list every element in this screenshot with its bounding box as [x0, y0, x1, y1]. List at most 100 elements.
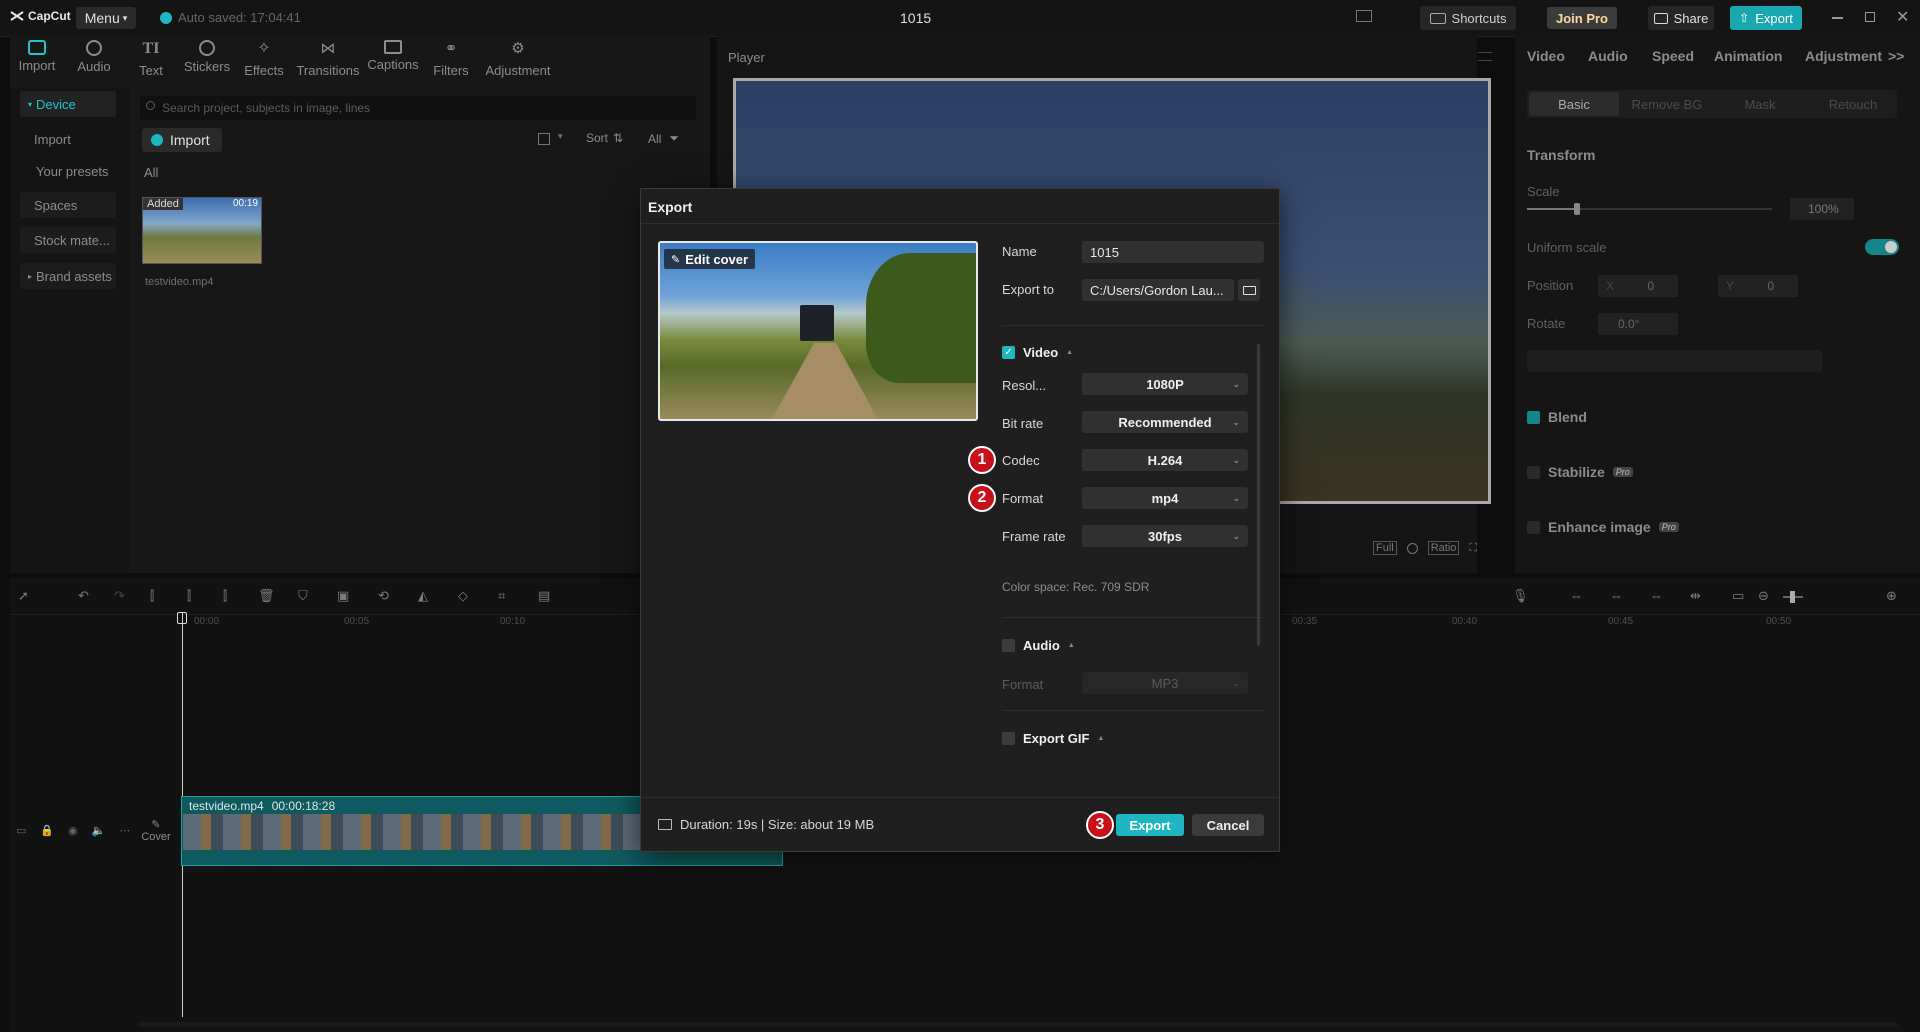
media-search-input[interactable]: Search project, subjects in image, lines [140, 96, 696, 120]
export-top-button[interactable]: ⇧ Export [1730, 6, 1802, 30]
nav-device[interactable]: ▾ Device [20, 91, 116, 117]
tool-captions[interactable]: Captions [361, 40, 425, 72]
tab-animation[interactable]: Animation [1714, 48, 1782, 64]
gif-section[interactable]: Export GIF ▲ [1002, 731, 1104, 746]
all-filter-button[interactable]: All ⏷ [648, 131, 679, 146]
zoom-slider-handle[interactable] [1790, 591, 1795, 603]
blend-section[interactable]: Blend [1527, 409, 1587, 425]
sort-button[interactable]: Sort ⇅ [586, 131, 623, 145]
gif-checkbox[interactable] [1002, 732, 1015, 745]
shortcuts-button[interactable]: Shortcuts [1420, 6, 1516, 30]
mirror-icon[interactable]: ◭ [418, 588, 436, 606]
ratio-button[interactable]: Ratio [1427, 541, 1460, 555]
full-button[interactable]: Full [1373, 541, 1397, 555]
nav-stock[interactable]: Stock mate... [20, 227, 116, 253]
import-button[interactable]: Import [142, 128, 222, 152]
timeline-scrollbar[interactable] [138, 1022, 1898, 1027]
transform-section[interactable]: Transform [1527, 147, 1595, 163]
cancel-button[interactable]: Cancel [1192, 814, 1264, 836]
hamburger-icon[interactable] [1478, 52, 1492, 61]
tool-adjustment[interactable]: ⚙ Adjustment [484, 40, 552, 78]
undo-icon[interactable]: ↶ [78, 588, 96, 606]
nav-presets[interactable]: Your presets [20, 158, 116, 184]
position-y-field[interactable]: Y0 [1718, 275, 1798, 297]
restore-icon[interactable] [1865, 12, 1875, 22]
dialog-scrollbar[interactable] [1257, 344, 1260, 646]
uniform-scale-toggle[interactable] [1865, 239, 1899, 255]
auto-reframe-icon[interactable]: ▤ [538, 588, 556, 606]
tab-audio[interactable]: Audio [1588, 48, 1628, 64]
position-x-field[interactable]: X0 [1598, 275, 1678, 297]
media-thumbnail[interactable]: Added 00:19 [142, 197, 262, 264]
enhance-checkbox[interactable] [1527, 520, 1540, 534]
freeze-icon[interactable]: ▣ [337, 588, 355, 606]
split-icon[interactable]: ⫿ [150, 588, 168, 606]
zoom-icon[interactable] [1406, 542, 1418, 554]
tab-adjustment[interactable]: Adjustment [1805, 48, 1882, 64]
tool-text[interactable]: TI Text [119, 40, 183, 78]
rotate-field[interactable]: 0.0° [1598, 313, 1678, 335]
chevron-down-icon[interactable]: ▾ [558, 131, 563, 142]
zoom-in-icon[interactable]: ⊕ [1886, 588, 1904, 606]
video-section[interactable]: ✓ Video ▲ [1002, 345, 1073, 360]
split-track-icon[interactable]: ⇹ [1690, 588, 1708, 606]
zoom-slider[interactable] [1783, 591, 1803, 603]
more-icon[interactable]: ⋯ [119, 824, 130, 837]
volume-icon[interactable]: 🔈 [92, 824, 106, 837]
tool-audio[interactable]: Audio [62, 40, 126, 74]
name-input[interactable]: 1015 [1082, 241, 1264, 263]
select-cursor-icon[interactable]: ➚ [18, 588, 36, 606]
subtab-remove-bg[interactable]: Remove BG [1622, 92, 1712, 116]
zoom-out-icon[interactable]: ⊖ [1758, 588, 1776, 606]
stabilize-section[interactable]: Stabilize Pro [1527, 464, 1633, 480]
bitrate-select[interactable]: Recommended ⌄ [1082, 411, 1248, 433]
preview-axis-icon[interactable]: ▭ [1732, 588, 1750, 606]
nav-spaces[interactable]: Spaces [20, 192, 116, 218]
grid-view-icon[interactable] [538, 133, 550, 145]
video-checkbox[interactable]: ✓ [1002, 346, 1015, 359]
nav-import[interactable]: Import [20, 126, 116, 152]
stabilize-checkbox[interactable] [1527, 465, 1540, 479]
subtab-retouch[interactable]: Retouch [1808, 92, 1898, 116]
crop-icon[interactable]: ⌗ [498, 588, 516, 606]
reverse-icon[interactable]: ⟲ [378, 588, 396, 606]
menu-button[interactable]: Menu ▾ [76, 7, 136, 29]
split-right-icon[interactable]: ⫿ [223, 588, 241, 606]
edit-cover-button[interactable]: ✎ Edit cover [664, 249, 756, 269]
tab-video[interactable]: Video [1527, 48, 1565, 64]
enhance-section[interactable]: Enhance image Pro [1527, 519, 1679, 535]
split-left-icon[interactable]: ⫿ [187, 588, 205, 606]
snap-icon[interactable]: ⇔ [1650, 588, 1668, 606]
fullscreen-icon[interactable]: ⛶ [1469, 542, 1477, 555]
resolution-select[interactable]: 1080P ⌄ [1082, 373, 1248, 395]
tool-filters[interactable]: ⚭ Filters [419, 40, 483, 78]
folder-button[interactable] [1238, 279, 1260, 301]
delete-icon[interactable]: 🗑 [258, 588, 276, 606]
marker-icon[interactable]: ⛉ [298, 588, 316, 606]
audio-section[interactable]: Audio ▲ [1002, 638, 1075, 653]
tool-transitions[interactable]: ⋈ Transitions [295, 40, 361, 78]
subtab-mask[interactable]: Mask [1715, 92, 1805, 116]
scale-value-field[interactable]: 100% [1790, 198, 1854, 220]
framerate-select[interactable]: 30fps ⌄ [1082, 525, 1248, 547]
join-pro-button[interactable]: Join Pro [1547, 7, 1617, 29]
link-clips-icon[interactable]: ⇔ [1570, 588, 1588, 606]
track-hide-icon[interactable]: ▭ [16, 824, 26, 837]
lock-icon[interactable]: 🔒 [40, 824, 54, 837]
export-path-input[interactable]: C:/Users/Gordon Lau... [1082, 279, 1234, 301]
tab-speed[interactable]: Speed [1652, 48, 1694, 64]
scale-slider-handle[interactable] [1574, 203, 1580, 215]
cover-button[interactable]: ✎ Cover [140, 818, 172, 843]
audio-checkbox[interactable] [1002, 639, 1015, 652]
format-select[interactable]: mp4 ⌄ [1082, 487, 1248, 509]
scale-slider[interactable] [1527, 203, 1772, 215]
minimize-icon[interactable] [1832, 17, 1843, 19]
layout-icon[interactable] [1356, 10, 1372, 22]
magnet-icon[interactable]: ⇔ [1610, 588, 1628, 606]
redo-icon[interactable]: ↷ [114, 588, 132, 606]
rotate-icon[interactable]: ◇ [458, 588, 476, 606]
microphone-icon[interactable]: 🎙 [1512, 588, 1530, 606]
eye-icon[interactable]: ◉ [68, 824, 78, 837]
share-button[interactable]: Share [1648, 6, 1714, 30]
export-button[interactable]: Export [1116, 814, 1184, 836]
